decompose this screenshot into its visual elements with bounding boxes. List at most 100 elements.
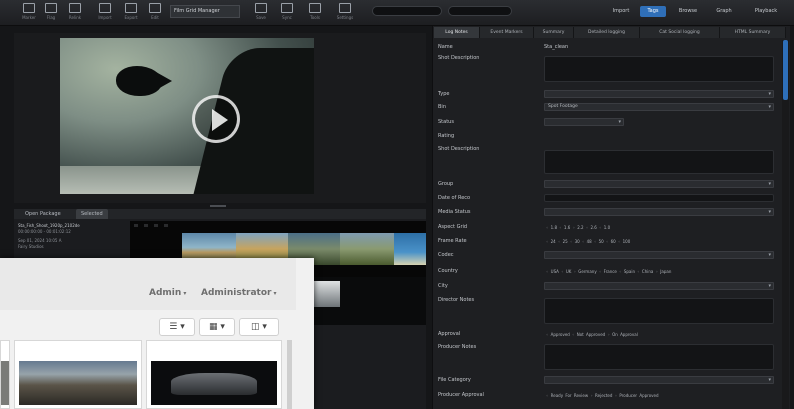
bin-tabs: Open Package Selected <box>14 209 426 219</box>
tab-summary[interactable]: Summary <box>534 27 574 38</box>
import-button[interactable]: Import <box>94 3 116 23</box>
grid-view-button[interactable]: ▦ ▾ <box>199 318 235 336</box>
producer-notes-field[interactable] <box>544 344 774 370</box>
name-value: Sta_clean <box>544 44 569 50</box>
producer-approval-options[interactable]: ◦ Ready For Review ◦ Rejected ◦ Producer… <box>546 393 659 398</box>
tab-detailed-logging[interactable]: Detailed logging <box>574 27 640 38</box>
media-status-select[interactable] <box>544 208 774 216</box>
gear-icon <box>339 3 351 13</box>
bin-label: Bin <box>438 104 446 110</box>
name-label: Name <box>438 44 453 50</box>
director-notes-label: Director Notes <box>438 297 475 303</box>
type-label: Type <box>438 91 450 97</box>
country-label: Country <box>438 268 458 274</box>
tab-browse[interactable]: Browse <box>672 6 704 17</box>
rating-label: Rating <box>438 133 455 139</box>
asset-thumbnail-car <box>151 361 277 405</box>
sync-button[interactable]: Sync <box>276 3 298 23</box>
user-menu[interactable]: Administrator ▾ <box>201 288 277 298</box>
marker-button[interactable]: Marker <box>18 3 40 23</box>
film-thumbnail <box>394 233 426 265</box>
tab-open-package[interactable]: Open Package <box>20 209 66 219</box>
date-field[interactable] <box>544 194 774 202</box>
relink-icon <box>69 3 81 13</box>
tab-event-markers[interactable]: Event Markers <box>480 27 534 38</box>
tab-graph[interactable]: Graph <box>710 6 738 17</box>
asset-thumbnail <box>1 361 9 405</box>
resize-grip[interactable] <box>210 205 226 207</box>
tools-button[interactable]: Tools <box>304 3 326 23</box>
asset-card[interactable] <box>0 340 10 409</box>
edit-button[interactable]: Edit <box>144 3 166 23</box>
list-view-button[interactable]: ☰ ▾ <box>159 318 195 336</box>
file-category-select[interactable] <box>544 376 774 384</box>
status-label: Status <box>438 119 454 125</box>
shot-desc-field[interactable] <box>544 56 774 82</box>
codec-select[interactable] <box>544 251 774 259</box>
date-label: Date of Reco <box>438 195 471 201</box>
grid-icon: ▦ <box>209 322 218 332</box>
import-icon <box>99 3 111 13</box>
city-select[interactable] <box>544 282 774 290</box>
marker-icon <box>23 3 35 13</box>
aspect-label: Aspect Grid <box>438 224 468 230</box>
tab-import[interactable]: Import <box>606 6 636 17</box>
approval-label: Approval <box>438 331 461 337</box>
film-thumbnail <box>310 281 340 307</box>
codec-label: Codec <box>438 252 454 258</box>
clip-info[interactable]: Sta_Fish_Shoot_1920p_2102de 00:00:00:00 … <box>18 223 128 250</box>
tools-icon <box>309 3 321 13</box>
asset-card[interactable] <box>146 340 282 409</box>
column-view-button[interactable]: ◫ ▾ <box>239 318 279 336</box>
file-category-label: File Category <box>438 377 471 383</box>
status-select[interactable] <box>544 118 624 126</box>
tab-log-notes[interactable]: Log Notes <box>434 27 480 38</box>
list-icon: ☰ <box>169 322 178 332</box>
frame-rate-options[interactable]: ◦ 24 ◦ 25 ◦ 30 ◦ 48 ◦ 50 ◦ 60 ◦ 100 <box>546 239 630 244</box>
save-button[interactable]: Save <box>250 3 272 23</box>
tab-cat-social-logging[interactable]: Cat Social logging <box>640 27 720 38</box>
sync-icon <box>281 3 293 13</box>
aspect-options[interactable]: ◦ 1.8 ◦ 1.6 ◦ 2.2 ◦ 2.6 ◦ 1.0 <box>546 225 610 230</box>
tab-html-summary[interactable]: HTML Summary <box>720 27 786 38</box>
tab-playback[interactable]: Playback <box>746 6 786 17</box>
web-header <box>0 258 296 310</box>
shot-description-field[interactable] <box>544 150 774 174</box>
country-options[interactable]: ◦ USA ◦ UK ◦ Germany ◦ France ◦ Spain ◦ … <box>546 269 671 274</box>
search-input[interactable] <box>372 6 442 16</box>
approval-options[interactable]: ◦ Approved ◦ Not Approved ◦ On Approval <box>546 332 638 337</box>
export-button[interactable]: Export <box>120 3 142 23</box>
clip-studio: Fairy Studios <box>18 244 44 249</box>
producer-notes-label: Producer Notes <box>438 344 477 350</box>
producer-approval-label: Producer Approval <box>438 392 484 398</box>
video-frame[interactable] <box>60 38 314 194</box>
tab-selected[interactable]: Selected <box>76 209 108 219</box>
group-label: Group <box>438 181 454 187</box>
clip-timecode: 00:00:00:00 - 00:01:02:12 <box>18 229 71 234</box>
film-grid-dropdown[interactable]: Film Grid Manager <box>170 5 240 18</box>
metadata-tabs: Log Notes Event Markers Summary Detailed… <box>434 27 786 38</box>
metadata-scroll-thumb[interactable] <box>783 40 788 100</box>
asset-thumbnail-road <box>19 361 137 405</box>
media-status-label: Media Status <box>438 209 471 215</box>
director-notes-field[interactable] <box>544 298 774 324</box>
group-select[interactable] <box>544 180 774 188</box>
export-icon <box>125 3 137 13</box>
settings-button[interactable]: Settings <box>334 3 356 23</box>
main-toolbar: Marker Flag Relink Import Export Edit Fi… <box>0 0 794 26</box>
columns-icon: ◫ <box>251 322 260 332</box>
tab-tags[interactable]: Tags <box>640 6 666 17</box>
admin-menu[interactable]: Admin ▾ <box>149 288 186 298</box>
flag-button[interactable]: Flag <box>40 3 62 23</box>
play-icon[interactable] <box>192 95 240 143</box>
city-label: City <box>438 283 448 289</box>
relink-button[interactable]: Relink <box>64 3 86 23</box>
filter-input[interactable] <box>448 6 512 16</box>
asset-card[interactable] <box>14 340 142 409</box>
web-scrollbar[interactable] <box>287 340 292 409</box>
type-select[interactable] <box>544 90 774 98</box>
flag-icon <box>45 3 57 13</box>
car-shape <box>171 373 257 395</box>
bin-select[interactable]: Spot Footage <box>544 103 774 111</box>
film-thumbnail <box>340 233 394 265</box>
